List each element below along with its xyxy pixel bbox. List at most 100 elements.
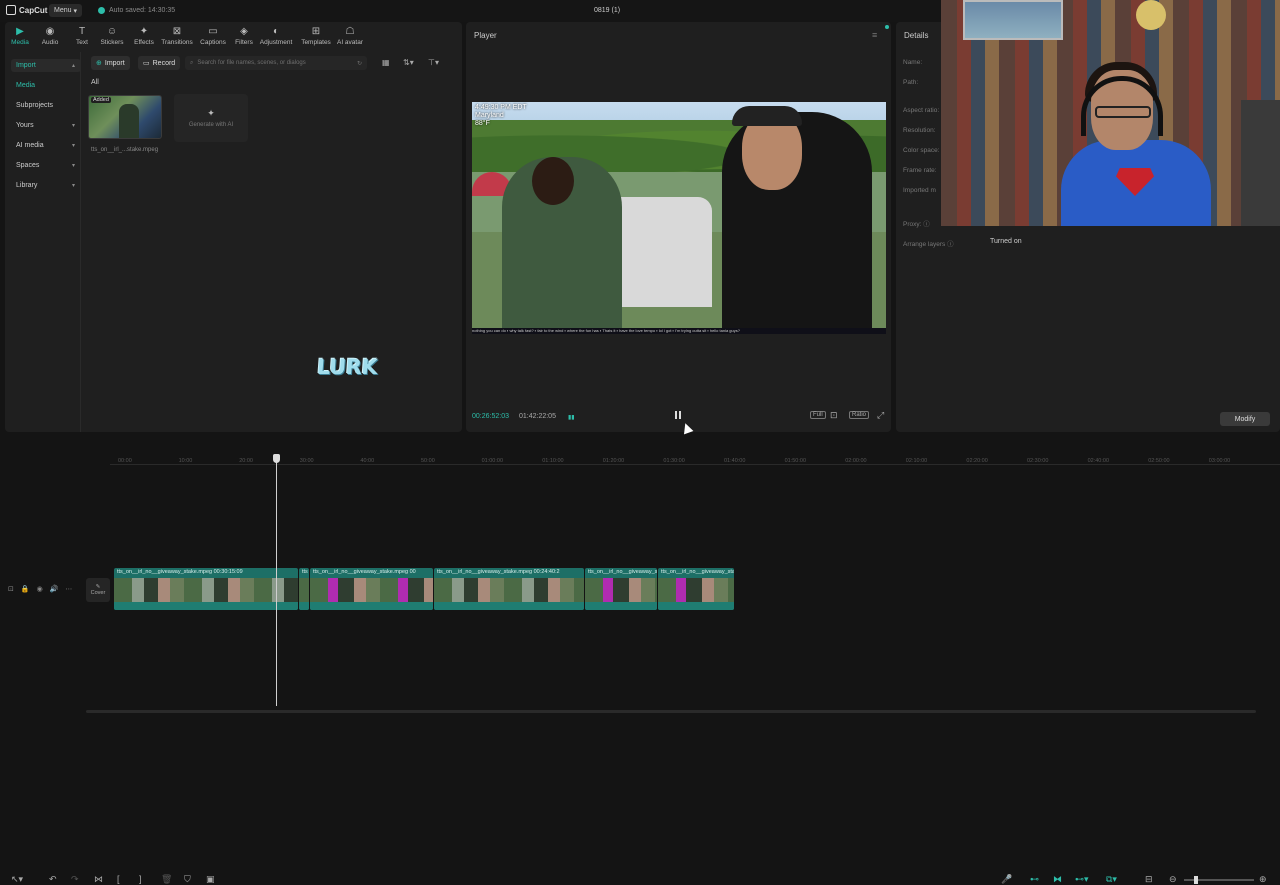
ratio-button[interactable]: Ratio [849, 411, 870, 419]
select-cursor-icon[interactable]: ↖▾ [11, 874, 23, 885]
lock-icon[interactable]: 🔒 [21, 585, 30, 593]
media-clip-thumbnail[interactable]: Added [88, 95, 162, 139]
timeline-scrollbar[interactable] [86, 710, 1256, 713]
track-controls: ⊡ 🔒 ◉ 🔊 ⋯ [8, 585, 72, 593]
marker-icon[interactable]: ⛉ [184, 874, 191, 885]
delete-icon[interactable]: 🗑 [161, 874, 172, 885]
player-panel: Player ≡ 4:49:30 PM EDT Maryland 88°F no… [466, 22, 891, 432]
toolbar-adjustment[interactable]: ◐ Adjustment [260, 26, 293, 46]
sidebar-item-import[interactable]: Import ▴ [11, 59, 81, 72]
refresh-icon[interactable]: ↻ [357, 60, 362, 67]
timeline-toolbar: ↖▾ ↶ ↷ ⋈ [ ] 🗑 ⛉ ▣ 🎤 ⊷ ⧓ ⊷▾ ⧉▾ ⊟ ⊖ ⊕ [0, 436, 1280, 884]
toolbar-captions[interactable]: ▭ Captions [198, 26, 228, 46]
auto-snap-icon[interactable]: ⧓ [1053, 874, 1062, 885]
zoom-slider[interactable] [1184, 876, 1254, 884]
audio-mute-icon[interactable]: 🔊 [50, 585, 59, 593]
split-icon[interactable]: ⋈ [94, 874, 103, 885]
sidebar-item-spaces[interactable]: Spaces ▾ [11, 159, 81, 172]
trim-left-icon[interactable]: [ [117, 874, 120, 884]
grid-view-icon[interactable]: ▦ [382, 58, 390, 67]
text-icon: T [78, 26, 86, 37]
toolbar-transitions[interactable]: ⊠ Transitions [161, 26, 193, 46]
video-overlay-text: 4:49:30 PM EDT Maryland 88°F [475, 104, 527, 128]
timeline-clip[interactable]: tts_on__irl_no__giveaway_stake.mpeg [658, 568, 734, 610]
sidebar-item-media[interactable]: Media [11, 79, 81, 92]
search-icon: ⌕ [190, 59, 194, 66]
toolbar-effects[interactable]: ✦ Effects [129, 26, 159, 46]
search-placeholder: Search for file names, scenes, or dialog… [197, 60, 306, 66]
arrange-layers-label: Arrange layers ⓘ [903, 238, 954, 248]
snapshot-icon[interactable]: ⊡ [830, 410, 838, 421]
app-logo: CapCut [6, 5, 47, 15]
total-time: 01:42:22:05 [518, 413, 556, 420]
sidebar-item-subprojects[interactable]: Subprojects [11, 99, 81, 112]
main-track-magnet-icon[interactable]: ⊷ [1030, 874, 1039, 885]
toolbar-filters[interactable]: ◈ Filters [229, 26, 259, 46]
redo-icon[interactable]: ↷ [71, 874, 79, 885]
full-button[interactable]: Full [810, 411, 826, 419]
toolbar-stickers[interactable]: ☺ Stickers [97, 26, 127, 46]
video-preview[interactable]: 4:49:30 PM EDT Maryland 88°F nothing you… [472, 102, 886, 334]
sort-icon[interactable]: ⇅▾ [403, 58, 414, 67]
caption-toggle-icon[interactable]: ⊟ [1145, 874, 1153, 885]
visibility-icon[interactable]: ◉ [37, 585, 43, 593]
undo-icon[interactable]: ↶ [49, 874, 57, 885]
freeze-icon[interactable]: ▣ [206, 874, 215, 885]
microphone-icon[interactable]: 🎤 [1001, 874, 1012, 885]
timeline-ruler[interactable]: 00:00 10:00 20:00 30:00 40:00 50:00 01:00:00 01… [110, 455, 1280, 465]
sidebar-item-library[interactable]: Library ▾ [11, 179, 81, 192]
more-icon[interactable]: ⋯ [65, 585, 72, 593]
record-button[interactable]: ▭ Record [138, 56, 181, 70]
toolbar-templates[interactable]: ⊞ Templates [301, 26, 331, 46]
video-person-left [502, 157, 622, 334]
menu-button[interactable]: Menu ▾ [49, 4, 82, 17]
toolbar-media[interactable]: ▶ Media [5, 26, 35, 46]
toolbar-audio[interactable]: ◉ Audio [35, 26, 65, 46]
details-row-label: Aspect ratio: [903, 107, 940, 114]
cover-button[interactable]: ✎ Cover [86, 578, 110, 602]
arrange-layers-value[interactable]: Turned on [990, 238, 1022, 245]
autosave-status: Auto saved: 14:30:35 [98, 7, 175, 14]
trim-right-icon[interactable]: ] [139, 874, 142, 884]
timeline-clip[interactable]: tts_on__irl_no__giveaway_stake.mpeg 00:3… [114, 568, 298, 610]
sidebar-item-ai-media[interactable]: AI media ▾ [11, 139, 81, 152]
ruler-tick-label: 01:30:00 [663, 458, 685, 464]
zoom-in-icon[interactable]: ⊕ [1259, 874, 1267, 885]
toolbar-ai-avatar[interactable]: ☖ AI avatar [335, 26, 365, 46]
playhead-handle[interactable] [273, 454, 280, 463]
generate-with-ai-card[interactable]: ✦ Generate with AI [174, 94, 248, 142]
import-button[interactable]: ⊕ Import [91, 56, 130, 70]
track-lock-icon[interactable]: ⊡ [8, 585, 14, 593]
player-menu-icon[interactable]: ≡ [872, 30, 877, 40]
timeline-clip[interactable]: tts [299, 568, 309, 610]
pause-button[interactable] [675, 411, 683, 421]
filter-icon[interactable]: ⊤▾ [428, 58, 439, 67]
toolbar-text[interactable]: T Text [67, 26, 97, 46]
project-title[interactable]: 0819 (1) [594, 7, 620, 14]
overlay-time: 4:49:30 PM EDT [475, 104, 527, 111]
video-person-right [722, 106, 872, 334]
details-row-label: Imported m [903, 187, 936, 194]
linkage-icon[interactable]: ⊷▾ [1075, 874, 1089, 885]
toolbar-label: Audio [41, 39, 59, 46]
ruler-tick-label: 20:00 [239, 458, 253, 464]
sidebar-item-label: Import [16, 62, 36, 69]
clip-audio-bar [434, 602, 584, 610]
modify-button[interactable]: Modify [1220, 412, 1270, 426]
chevron-icon: ▾ [71, 143, 75, 149]
zoom-slider-knob[interactable] [1194, 876, 1198, 884]
sidebar-item-yours[interactable]: Yours ▾ [11, 119, 81, 132]
clip-frames [658, 578, 734, 602]
fullscreen-icon[interactable]: ⤢ [877, 410, 884, 421]
playhead[interactable] [273, 454, 280, 706]
ai-avatar-icon: ☖ [345, 26, 355, 37]
timeline-clip[interactable]: tts_on__irl_no__giveaway_stake.mpeg 00:2… [434, 568, 584, 610]
search-input[interactable]: ⌕ Search for file names, scenes, or dialo… [185, 56, 367, 70]
preview-axis-icon[interactable]: ⧉▾ [1106, 874, 1117, 885]
timeline-clip[interactable]: tts_on__irl_no__giveaway_stake.mpeg [585, 568, 657, 610]
filter-all-label[interactable]: All [91, 79, 99, 86]
media-panel: ▶ Media ◉ Audio T Text ☺ Stickers ✦ Effects ⊠ Trans… [5, 22, 462, 432]
timeline-clip[interactable]: tts_on__irl_no__giveaway_stake.mpeg 00 [310, 568, 433, 610]
ruler-tick-label: 02:40:00 [1087, 458, 1110, 464]
zoom-out-icon[interactable]: ⊖ [1169, 874, 1177, 885]
